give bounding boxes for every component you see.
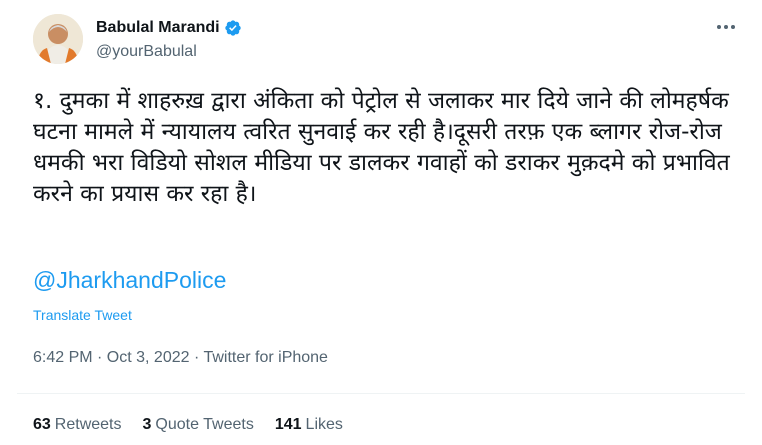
tweet-card: Babulal Marandi @yourBabulal १. दुमका मे… [0, 0, 762, 445]
author-name[interactable]: Babulal Marandi [96, 19, 220, 37]
author-handle[interactable]: @yourBabulal [96, 43, 242, 61]
likes-stat[interactable]: 141 Likes [275, 416, 343, 434]
quote-tweets-stat[interactable]: 3 Quote Tweets [143, 416, 254, 434]
likes-label: Likes [305, 416, 343, 433]
author-block: Babulal Marandi @yourBabulal [96, 17, 242, 61]
mention-link[interactable]: @JharkhandPolice [33, 267, 226, 294]
retweets-count: 63 [33, 416, 51, 433]
translate-tweet-link[interactable]: Translate Tweet [33, 307, 132, 323]
tweet-stats: 63 Retweets 3 Quote Tweets 141 Likes [33, 416, 364, 434]
more-options-icon[interactable] [708, 14, 744, 40]
tweet-meta[interactable]: 6:42 PM · Oct 3, 2022 · Twitter for iPho… [33, 349, 328, 367]
avatar[interactable] [33, 14, 83, 64]
retweets-stat[interactable]: 63 Retweets [33, 416, 122, 434]
retweets-label: Retweets [54, 416, 122, 433]
quote-count: 3 [142, 416, 152, 433]
author-name-row: Babulal Marandi [96, 17, 242, 39]
likes-count: 141 [274, 416, 302, 433]
verified-badge-icon [224, 19, 242, 37]
avatar-image [33, 14, 83, 64]
divider [17, 393, 745, 394]
quote-label: Quote Tweets [155, 416, 254, 433]
tweet-text: १. दुमका में शाहरुख़ द्वारा अंकिता को पे… [33, 88, 730, 207]
